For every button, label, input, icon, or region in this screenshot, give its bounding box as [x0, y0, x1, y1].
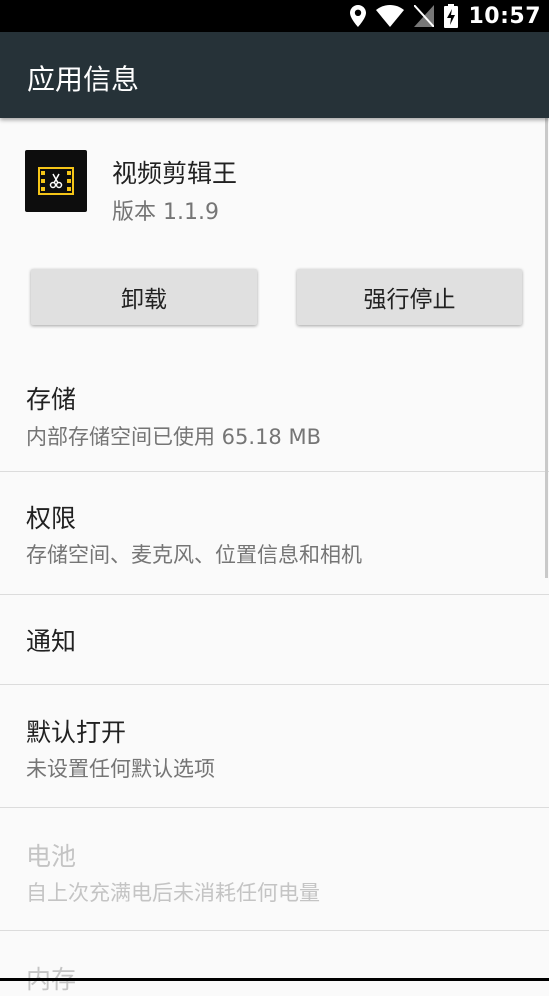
- settings-item-battery: 电池 自上次充满电后未消耗任何电量: [0, 808, 549, 930]
- settings-item-summary: 自上次充满电后未消耗任何电量: [26, 881, 320, 905]
- app-bar: 应用信息: [0, 32, 549, 118]
- battery-charging-icon: [444, 4, 459, 28]
- app-version: 版本 1.1.9: [112, 200, 219, 225]
- uninstall-button[interactable]: 卸载: [31, 269, 257, 325]
- wifi-icon: [376, 5, 405, 27]
- settings-item-label: 通知: [26, 627, 77, 656]
- settings-item-open-by-default[interactable]: 默认打开 未设置任何默认选项: [0, 685, 549, 807]
- page-title: 应用信息: [27, 63, 140, 96]
- settings-item-storage[interactable]: 存储 内部存储空间已使用 65.18 MB: [0, 363, 549, 471]
- settings-item-label: 电池: [26, 842, 77, 871]
- settings-item-memory: 内存: [0, 931, 549, 994]
- settings-item-permissions[interactable]: 权限 存储空间、麦克风、位置信息和相机: [0, 472, 549, 594]
- settings-item-summary: 存储空间、麦克风、位置信息和相机: [26, 543, 362, 567]
- settings-item-summary: 内部存储空间已使用 65.18 MB: [26, 425, 321, 449]
- status-time: 10:57: [468, 3, 541, 29]
- no-sim-icon: [414, 5, 435, 27]
- status-bar: 10:57: [0, 0, 549, 32]
- force-stop-button[interactable]: 强行停止: [297, 269, 522, 325]
- settings-item-summary: 未设置任何默认选项: [26, 757, 215, 781]
- settings-item-label: 权限: [26, 504, 77, 533]
- settings-item-label: 默认打开: [26, 718, 127, 747]
- location-icon: [350, 5, 367, 27]
- app-name: 视频剪辑王: [112, 159, 238, 188]
- settings-item-notifications[interactable]: 通知: [0, 595, 549, 684]
- app-info-content[interactable]: 视频剪辑王 版本 1.1.9 卸载 强行停止 存储 内部存储空间已使用 65.1…: [0, 118, 549, 994]
- scrollbar[interactable]: [545, 118, 548, 578]
- film-scissors-icon: [25, 150, 87, 212]
- settings-item-label: 存储: [26, 385, 77, 414]
